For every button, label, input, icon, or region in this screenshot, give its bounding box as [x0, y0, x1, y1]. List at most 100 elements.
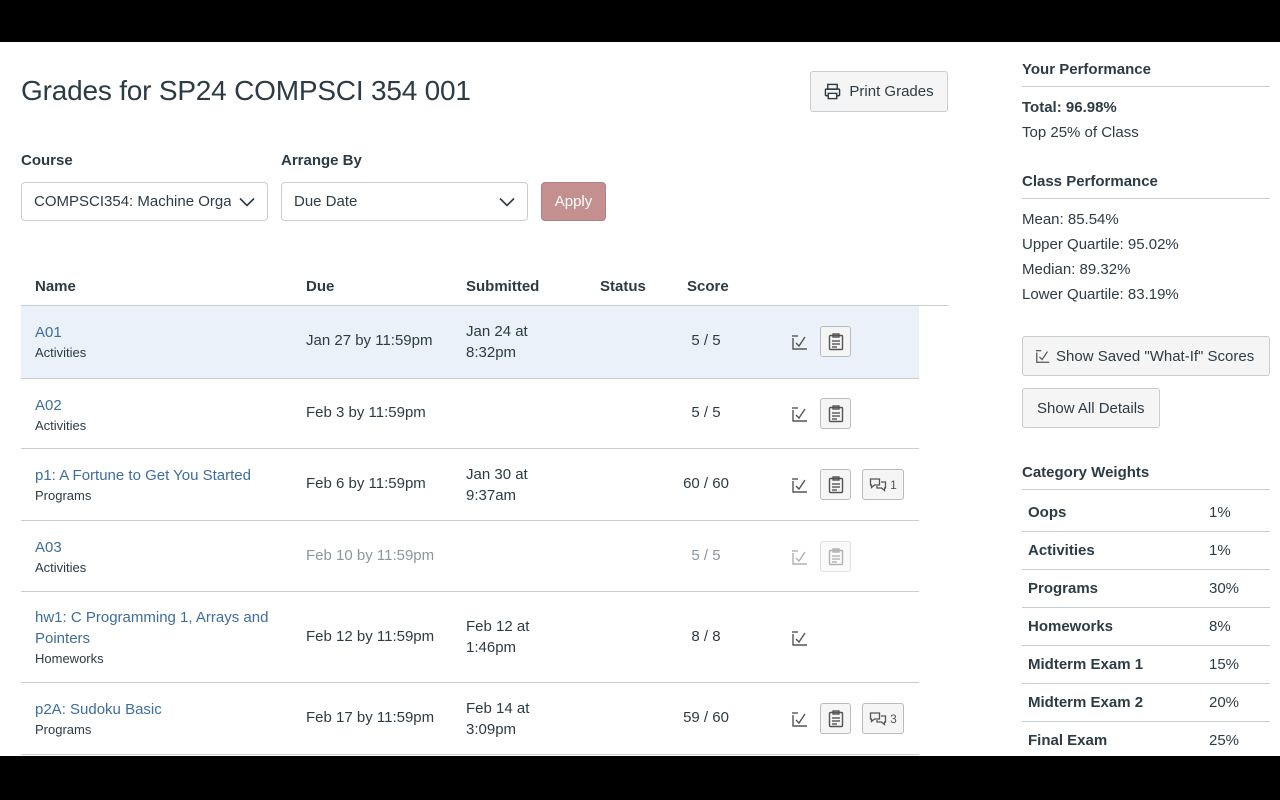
rubric-icon — [828, 709, 843, 727]
score: 5 / 5 — [691, 332, 721, 349]
class-median: Median: 89.32% — [1022, 261, 1131, 278]
arrange-by-label: Arrange By — [281, 152, 362, 169]
assignment-name-cell: A02 Activities — [35, 395, 86, 436]
weight-category: Activities — [1028, 542, 1095, 559]
your-performance-heading: Your Performance — [1022, 61, 1270, 87]
submitted-date-line: Feb 12 at — [466, 618, 530, 635]
weight-value: 20% — [1209, 694, 1240, 711]
rubric-button[interactable] — [820, 541, 851, 572]
submitted-date-line: Jan 30 at — [466, 466, 528, 483]
show-what-if-label: Show Saved "What-If" Scores — [1056, 347, 1255, 365]
weight-value: 15% — [1209, 656, 1240, 673]
grades-page: Grades for SP24 COMPSCI 354 001 Print Gr… — [0, 42, 1280, 756]
weight-row: Midterm Exam 1 15% — [1022, 646, 1270, 684]
due-date: Feb 3 by 11:59pm — [306, 404, 426, 421]
assignment-name-cell: p1: A Fortune to Get You Started Program… — [35, 465, 251, 506]
table-header: Name Due Submitted Status Score — [21, 276, 948, 306]
chevron-down-icon — [499, 197, 515, 207]
rubric-button[interactable] — [820, 469, 851, 500]
assignment-category: Activities — [35, 345, 87, 360]
table-row: hw1: C Programming 1, Arrays and Pointer… — [21, 592, 919, 683]
apply-button[interactable]: Apply — [541, 182, 606, 221]
what-if-icon[interactable] — [791, 405, 809, 423]
submitted-date: Jan 24 at 8:32pm — [466, 321, 528, 363]
assignment-link[interactable]: A03 — [35, 537, 86, 558]
weight-row: Oops 1% — [1022, 494, 1270, 532]
show-what-if-button[interactable]: Show Saved "What-If" Scores — [1022, 336, 1270, 376]
weight-category: Midterm Exam 2 — [1028, 694, 1144, 711]
arrange-by-select-value: Due Date — [294, 193, 358, 210]
category-weights-table: Oops 1% Activities 1% Programs 30% Homework… — [1022, 494, 1270, 756]
header-submitted[interactable]: Submitted — [466, 278, 539, 295]
category-weights-heading: Category Weights — [1022, 464, 1270, 490]
page-title: Grades for SP24 COMPSCI 354 001 — [21, 75, 471, 106]
class-upper-quartile: Upper Quartile: 95.02% — [1022, 236, 1179, 253]
weight-row: Midterm Exam 2 20% — [1022, 684, 1270, 722]
rubric-icon — [828, 475, 843, 493]
rubric-button[interactable] — [820, 326, 851, 357]
header-name[interactable]: Name — [35, 278, 76, 295]
submitted-date-line: Feb 14 at — [466, 700, 530, 717]
assignment-link[interactable]: p1: A Fortune to Get You Started — [35, 465, 251, 486]
what-if-icon[interactable] — [791, 548, 809, 566]
score: 5 / 5 — [691, 404, 721, 421]
grades-table: Name Due Submitted Status Score A01 Acti… — [21, 276, 948, 755]
weight-category: Midterm Exam 1 — [1028, 656, 1144, 673]
what-if-icon[interactable] — [791, 629, 809, 647]
table-row: A03 Activities Feb 10 by 11:59pm 5 / 5 — [21, 521, 919, 592]
assignment-category: Activities — [35, 560, 87, 575]
show-all-details-button[interactable]: Show All Details — [1022, 388, 1160, 428]
assignment-category: Programs — [35, 488, 92, 503]
comments-button[interactable]: 3 — [862, 703, 904, 734]
submitted-date: Feb 12 at 1:46pm — [466, 616, 529, 658]
weight-category: Oops — [1028, 504, 1067, 521]
submitted-date: Jan 30 at 9:37am — [466, 464, 528, 506]
score: 60 / 60 — [683, 475, 729, 492]
submitted-date-line: Jan 24 at — [466, 323, 528, 340]
weight-row: Programs 30% — [1022, 570, 1270, 608]
submitted-time-line: 9:37am — [466, 487, 517, 504]
printer-icon — [825, 83, 841, 100]
weight-value: 8% — [1209, 618, 1231, 635]
assignment-category: Programs — [35, 722, 92, 737]
class-performance-heading: Class Performance — [1022, 173, 1270, 199]
assignment-link[interactable]: A02 — [35, 395, 86, 416]
submitted-time-line: 1:46pm — [466, 639, 517, 656]
score: 8 / 8 — [691, 628, 721, 645]
weight-category: Homeworks — [1028, 618, 1114, 635]
assignment-link-line: hw1: C Programming 1, Arrays and — [35, 609, 269, 626]
table-row: A01 Activities Jan 27 by 11:59pm Jan 24 … — [21, 306, 919, 379]
comments-button[interactable]: 1 — [862, 469, 904, 500]
submitted-time-line: 8:32pm — [466, 344, 517, 361]
header-due[interactable]: Due — [306, 278, 334, 295]
rubric-button[interactable] — [820, 398, 851, 429]
assignment-category: Activities — [35, 418, 87, 433]
weight-row: Final Exam 25% — [1022, 722, 1270, 756]
header-score[interactable]: Score — [687, 278, 729, 295]
rubric-button[interactable] — [820, 703, 851, 734]
main-content: Grades for SP24 COMPSCI 354 001 Print Gr… — [21, 42, 951, 756]
table-row: p2A: Sudoku Basic Programs Feb 17 by 11:… — [21, 683, 919, 755]
what-if-icon[interactable] — [791, 710, 809, 728]
print-grades-button[interactable]: Print Grades — [810, 71, 948, 112]
total-score: Total: 96.98% — [1022, 99, 1117, 116]
due-date: Feb 10 by 11:59pm — [306, 547, 435, 564]
weight-value: 1% — [1209, 504, 1231, 521]
assignment-link[interactable]: A01 — [35, 322, 86, 343]
arrange-by-select[interactable]: Due Date — [281, 182, 528, 221]
assignment-link-line: Pointers — [35, 630, 91, 647]
weight-category: Final Exam — [1028, 732, 1108, 749]
course-select[interactable]: COMPSCI354: Machine Organization — [21, 182, 268, 221]
what-if-icon — [1035, 350, 1050, 363]
assignment-name-cell: p2A: Sudoku Basic Programs — [35, 699, 162, 740]
rubric-icon — [828, 547, 843, 565]
assignment-link[interactable]: hw1: C Programming 1, Arrays and Pointer… — [35, 607, 268, 649]
what-if-icon[interactable] — [791, 333, 809, 351]
rubric-icon — [828, 332, 843, 350]
weight-value: 25% — [1209, 732, 1240, 749]
what-if-icon[interactable] — [791, 476, 809, 494]
comment-count: 1 — [890, 477, 897, 492]
assignment-link[interactable]: p2A: Sudoku Basic — [35, 699, 162, 720]
header-status[interactable]: Status — [600, 278, 646, 295]
submitted-time-line: 3:09pm — [466, 721, 517, 738]
